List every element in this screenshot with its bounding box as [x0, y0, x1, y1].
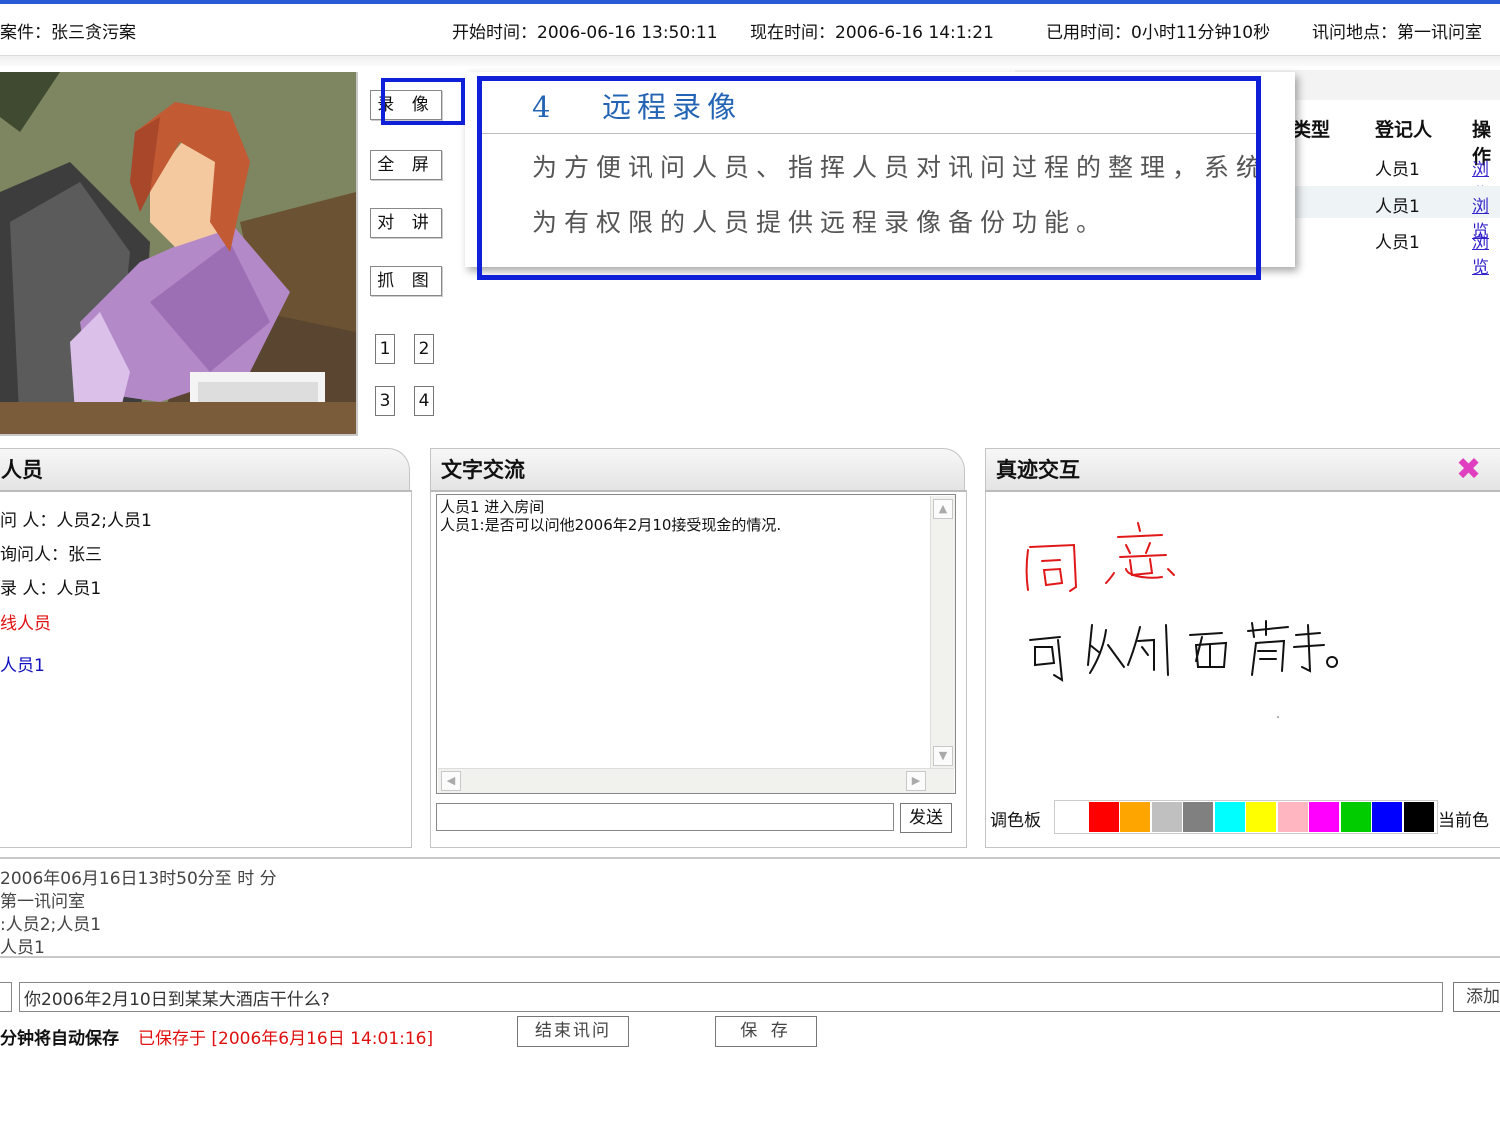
question-input[interactable] [19, 982, 1443, 1012]
palette-swatch[interactable] [1403, 802, 1434, 832]
handwriting-panel-tab: 真迹交互 [985, 448, 1500, 490]
fullscreen-button[interactable]: 全 屏 [370, 150, 442, 180]
start-time: 开始时间：2006-06-16 13:50:11 [452, 23, 718, 43]
record-col-type: 类型 [1292, 119, 1331, 141]
add-question-button[interactable]: 添加 [1453, 982, 1500, 1012]
palette-swatch[interactable] [1277, 802, 1308, 832]
chat-title: 文字交流 [441, 458, 525, 482]
question-type-select[interactable] [0, 982, 12, 1012]
current-color-label: 当前色 [1438, 811, 1489, 831]
palette-swatch[interactable] [1214, 802, 1245, 832]
palette-swatch[interactable] [1309, 802, 1339, 832]
autosave-notice: 分钟将自动保存 [0, 1029, 119, 1049]
recorder-line: 录 人：人员1 [0, 579, 102, 599]
send-button[interactable]: 发送 [900, 803, 952, 833]
record-row-registrant: 人员1 [1375, 197, 1420, 217]
summary-interrogators: :人员2;人员1 [0, 915, 102, 935]
scroll-up-icon[interactable]: ▲ [933, 499, 953, 519]
channel-4-button[interactable]: 4 [414, 386, 434, 416]
palette-swatch[interactable] [1372, 802, 1402, 832]
online-user[interactable]: 人员1 [0, 651, 45, 676]
handwriting-canvas[interactable] [990, 495, 1495, 795]
close-icon[interactable]: ✖ [1456, 452, 1481, 487]
header-divider [0, 55, 1500, 66]
end-interrogation-button[interactable]: 结束讯问 [517, 1016, 629, 1047]
palette-swatch[interactable] [1340, 802, 1371, 832]
participants-title: 人员 [1, 458, 43, 482]
palette-swatch[interactable] [1057, 802, 1087, 832]
channel-2-button[interactable]: 2 [414, 334, 434, 364]
palette-swatch[interactable] [1120, 802, 1150, 832]
online-users-label: 线人员 [0, 614, 51, 634]
chat-panel-tab: 文字交流 [430, 448, 965, 490]
palette-swatch[interactable] [1151, 802, 1182, 832]
chat-input[interactable] [436, 803, 894, 831]
video-frame-illustration [0, 72, 356, 434]
save-button[interactable]: 保 存 [715, 1016, 817, 1047]
channel-1-button[interactable]: 1 [375, 334, 395, 364]
summary-time: 2006年06月16日13时50分至 时 分 [0, 869, 277, 889]
scroll-left-icon[interactable]: ◀ [441, 771, 461, 791]
chat-log[interactable] [436, 494, 956, 794]
summary-divider [0, 857, 1500, 859]
capture-button[interactable]: 抓 图 [370, 266, 442, 296]
interrogation-location: 讯问地点：第一讯问室 [1312, 23, 1482, 43]
case-name: 案件：张三贪污案 [0, 23, 136, 43]
question-divider [0, 956, 1500, 958]
chat-message: 人员1:是否可以问他2006年2月10接受现金的情况. [440, 516, 782, 534]
record-button-highlight [381, 78, 465, 125]
participants-panel-tab: 人员 [0, 448, 410, 490]
channel-3-button[interactable]: 3 [375, 386, 395, 416]
record-row-browse-link[interactable]: 浏览 [1472, 228, 1500, 278]
callout-highlight-frame [477, 76, 1261, 280]
palette-swatch[interactable] [1088, 802, 1119, 832]
scroll-down-icon[interactable]: ▼ [933, 746, 953, 766]
video-preview[interactable] [0, 72, 358, 436]
intercom-button[interactable]: 对 讲 [370, 208, 442, 238]
interviewee-line: 询问人：张三 [0, 545, 102, 565]
scroll-right-icon[interactable]: ▶ [906, 771, 926, 791]
chat-horizontal-scrollbar[interactable] [438, 768, 954, 793]
palette-label: 调色板 [990, 811, 1041, 831]
top-accent-bar [0, 0, 1500, 4]
current-time: 现在时间：2006-6-16 14:1:21 [750, 23, 994, 43]
record-row-registrant: 人员1 [1375, 233, 1420, 253]
summary-location: 第一讯问室 [0, 892, 85, 912]
handwriting-title: 真迹交互 [996, 458, 1080, 482]
record-col-registrant: 登记人 [1375, 119, 1433, 141]
record-row-registrant: 人员1 [1375, 160, 1420, 180]
palette-swatch[interactable] [1183, 802, 1213, 832]
summary-recorder: 人员1 [0, 938, 45, 958]
interrogator-line: 问 人：人员2;人员1 [0, 511, 152, 531]
chat-vertical-scrollbar[interactable] [930, 496, 955, 768]
palette-swatch[interactable] [1246, 802, 1276, 832]
elapsed-time: 已用时间：0小时11分钟10秒 [1046, 23, 1271, 43]
saved-status: 已保存于 [2006年6月16日 14:01:16] [138, 1029, 434, 1049]
